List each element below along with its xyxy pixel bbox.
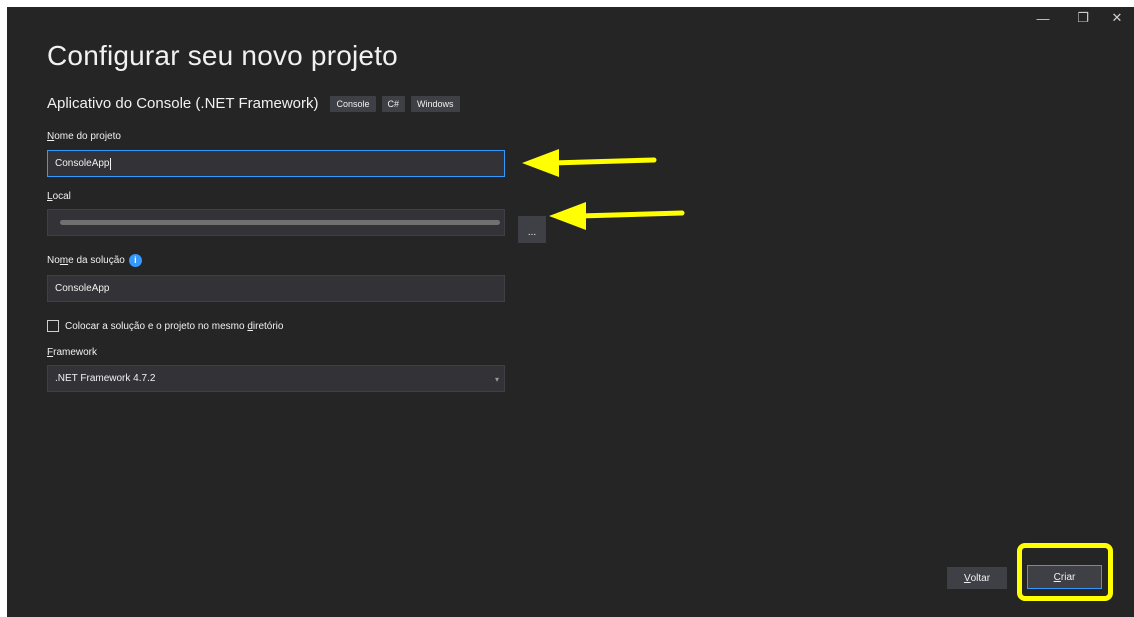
dialog-window: — ❐ ✕ Configurar seu novo projeto Aplica… <box>7 7 1134 617</box>
arrow-location-shaft <box>576 210 685 219</box>
annotation-arrows <box>522 149 685 230</box>
arrow-project-name-shaft <box>549 157 657 166</box>
arrow-project-name-head <box>522 149 559 177</box>
arrow-location-head <box>549 202 586 230</box>
